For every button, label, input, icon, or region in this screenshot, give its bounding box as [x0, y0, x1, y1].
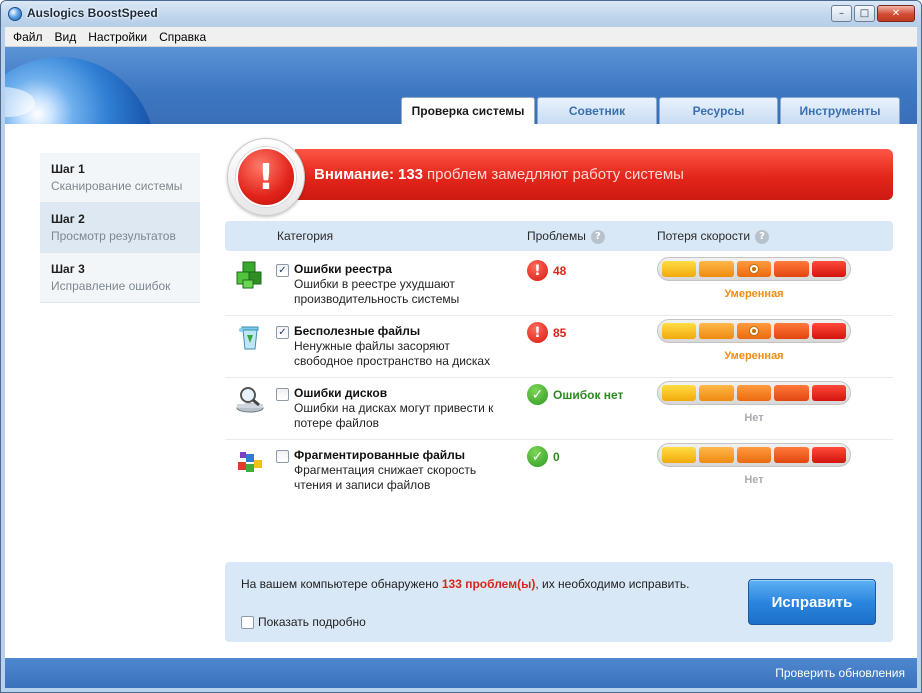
steps-sidebar: Шаг 1 Сканирование системы Шаг 2 Просмот… — [40, 153, 200, 303]
step-subtitle: Сканирование системы — [51, 179, 183, 193]
step-title: Шаг 3 — [51, 262, 85, 276]
help-icon[interactable]: ? — [755, 229, 770, 244]
error-icon: ! — [527, 322, 548, 343]
category-description: Ошибки в реестре ухудшают производительн… — [294, 277, 460, 306]
category-row: ✓ Ошибки реестра Ошибки в реестре ухудша… — [225, 254, 893, 316]
footer-bar: Проверить обновления — [5, 658, 917, 688]
registry-cubes-icon — [235, 260, 265, 290]
fix-button[interactable]: Исправить — [748, 579, 876, 625]
summary-highlight: 133 проблем(ы) — [441, 577, 536, 591]
menu-settings[interactable]: Настройки — [82, 30, 153, 44]
summary-panel: На вашем компьютере обнаружено 133 пробл… — [225, 562, 893, 642]
warning-icon: ! — [227, 138, 305, 216]
alert-count: 133 — [397, 166, 424, 183]
category-description: Фрагментация снижает скорость чтения и з… — [294, 463, 477, 492]
speed-loss-meter — [657, 319, 851, 343]
table-header: Категория Проблемы? Потеря скорости? — [225, 221, 893, 251]
summary-after: , их необходимо исправить. — [535, 577, 690, 591]
step-3[interactable]: Шаг 3 Исправление ошибок — [40, 253, 200, 303]
help-icon[interactable]: ? — [590, 229, 605, 244]
show-details-checkbox[interactable]: Показать подробно — [241, 615, 366, 629]
category-checkbox[interactable] — [276, 450, 289, 463]
menu-view[interactable]: Вид — [49, 30, 83, 44]
disk-magnifier-icon — [235, 384, 265, 414]
category-checkbox[interactable]: ✓ — [276, 326, 289, 339]
category-title: Ошибки реестра — [294, 262, 392, 276]
problem-count: Ошибок нет — [553, 388, 624, 402]
speed-loss-label: Нет — [744, 474, 764, 486]
speed-loss-label: Умеренная — [724, 350, 784, 362]
header-problems: Проблемы? — [527, 229, 605, 244]
level-marker — [749, 264, 760, 274]
category-row: Ошибки дисков Ошибки на дисках могут при… — [225, 378, 893, 440]
tab-system-check[interactable]: Проверка системы — [401, 97, 535, 124]
menu-bar: Файл Вид Настройки Справка — [5, 27, 917, 47]
ok-check-icon: ✓ — [527, 446, 548, 467]
menu-file[interactable]: Файл — [7, 30, 49, 44]
error-icon: ! — [527, 260, 548, 281]
title-bar: Auslogics BoostSpeed – □ ✕ — [1, 1, 921, 27]
category-checkbox[interactable] — [276, 388, 289, 401]
header-problems-label: Проблемы — [527, 229, 586, 243]
fragmented-blocks-icon — [235, 446, 265, 476]
check-updates-link[interactable]: Проверить обновления — [775, 666, 905, 680]
speed-loss-meter — [657, 443, 851, 467]
problem-count: 0 — [553, 450, 560, 464]
alert-banner: Внимание: 133 проблем замедляют работу с… — [295, 149, 893, 200]
app-window: Auslogics BoostSpeed – □ ✕ Файл Вид Наст… — [0, 0, 922, 693]
step-subtitle: Исправление ошибок — [51, 279, 171, 293]
speed-loss-meter — [657, 257, 851, 281]
speed-loss-label: Умеренная — [724, 288, 784, 300]
speed-loss-label: Нет — [744, 412, 764, 424]
step-1[interactable]: Шаг 1 Сканирование системы — [40, 153, 200, 203]
menu-help[interactable]: Справка — [153, 30, 212, 44]
category-description: Ошибки на дисках могут привести к потере… — [294, 401, 494, 430]
category-title: Ошибки дисков — [294, 386, 388, 400]
show-details-label: Показать подробно — [258, 615, 366, 629]
alert-message: проблем замедляют работу системы — [427, 166, 684, 183]
category-row: ✓ Бесполезные файлы Ненужные файлы засор… — [225, 316, 893, 378]
maximize-button[interactable]: □ — [854, 5, 875, 22]
header-speed-label: Потеря скорости — [657, 229, 751, 243]
globe-icon — [5, 57, 155, 124]
header-category: Категория — [277, 229, 334, 243]
close-button[interactable]: ✕ — [877, 5, 915, 22]
speed-loss-meter — [657, 381, 851, 405]
category-description: Ненужные файлы засоряют свободное простр… — [294, 339, 491, 368]
tab-tools[interactable]: Инструменты — [780, 97, 900, 124]
problem-count: 48 — [553, 264, 567, 278]
category-title: Фрагментированные файлы — [294, 448, 466, 462]
category-checkbox[interactable]: ✓ — [276, 264, 289, 277]
main-content: Шаг 1 Сканирование системы Шаг 2 Просмот… — [5, 124, 917, 658]
summary-before: На вашем компьютере обнаружено — [241, 577, 442, 591]
ok-check-icon: ✓ — [527, 384, 548, 405]
tab-advisor[interactable]: Советник — [537, 97, 657, 124]
step-title: Шаг 2 — [51, 212, 85, 226]
minimize-button[interactable]: – — [831, 5, 852, 22]
checkbox[interactable] — [241, 615, 254, 629]
app-logo-icon — [8, 7, 22, 21]
alert-prefix: Внимание: — [314, 166, 394, 183]
main-tabs: Проверка системы Советник Ресурсы Инстру… — [401, 97, 900, 124]
recycle-bin-icon — [235, 322, 265, 352]
header-banner: Проверка системы Советник Ресурсы Инстру… — [5, 47, 917, 124]
window-title: Auslogics BoostSpeed — [27, 6, 158, 20]
tab-resources[interactable]: Ресурсы — [659, 97, 778, 124]
step-subtitle: Просмотр результатов — [51, 229, 176, 243]
problem-count: 85 — [553, 326, 567, 340]
summary-text: На вашем компьютере обнаружено 133 пробл… — [241, 577, 689, 591]
level-marker — [749, 326, 760, 336]
category-title: Бесполезные файлы — [294, 324, 421, 338]
step-2[interactable]: Шаг 2 Просмотр результатов — [40, 203, 200, 253]
step-title: Шаг 1 — [51, 162, 85, 176]
category-row: Фрагментированные файлы Фрагментация сни… — [225, 440, 893, 502]
header-speed: Потеря скорости? — [657, 229, 770, 244]
